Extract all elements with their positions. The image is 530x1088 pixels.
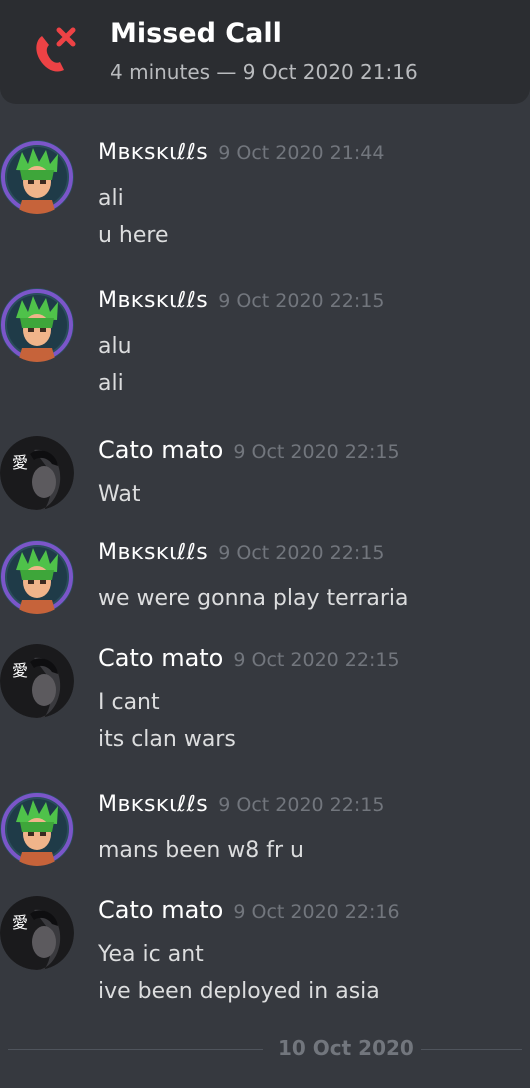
message-line: we were gonna play terraria: [98, 586, 409, 611]
avatar[interactable]: 愛: [0, 644, 74, 718]
call-subtitle: 4 minutes — 9 Oct 2020 21:16: [110, 60, 418, 84]
timestamp: 9 Oct 2020 21:44: [218, 142, 385, 164]
author-name[interactable]: Mʙᴋsᴋιℓℓs: [98, 140, 208, 165]
avatar[interactable]: [0, 288, 74, 362]
timestamp: 9 Oct 2020 22:15: [233, 649, 400, 671]
message-content: Wat: [98, 476, 140, 513]
author-name[interactable]: Cato mato: [98, 644, 223, 672]
author-name[interactable]: Cato mato: [98, 436, 223, 464]
message-header: Cato mato 9 Oct 2020 22:15: [98, 436, 400, 464]
message-header: Mʙᴋsᴋιℓℓs 9 Oct 2020 21:44: [98, 140, 384, 165]
divider-line: [8, 1049, 263, 1050]
message-header: Cato mato 9 Oct 2020 22:16: [98, 896, 400, 924]
author-name[interactable]: Cato mato: [98, 896, 223, 924]
avatar[interactable]: 愛: [0, 436, 74, 510]
message-line: its clan wars: [98, 727, 236, 752]
avatar-glyph: 愛: [12, 661, 28, 680]
message-content: mans been w8 fr u: [98, 832, 304, 869]
message-header: Mʙᴋsᴋιℓℓs 9 Oct 2020 22:15: [98, 792, 384, 817]
message-line: mans been w8 fr u: [98, 838, 304, 863]
message-header: Cato mato 9 Oct 2020 22:15: [98, 644, 400, 672]
message-line: ali: [98, 186, 124, 211]
timestamp: 9 Oct 2020 22:15: [233, 441, 400, 463]
avatar[interactable]: [0, 140, 74, 214]
message-line: Yea ic ant: [98, 942, 204, 967]
timestamp: 9 Oct 2020 22:15: [218, 794, 385, 816]
date-divider: 10 Oct 2020: [8, 1036, 522, 1064]
message-content: I cant its clan wars: [98, 684, 236, 758]
avatar-glyph: 愛: [12, 913, 28, 932]
avatar[interactable]: [0, 792, 74, 866]
message-line: ali: [98, 371, 124, 396]
divider-date: 10 Oct 2020: [278, 1036, 414, 1060]
message-line: I cant: [98, 690, 160, 715]
author-name[interactable]: Mʙᴋsᴋιℓℓs: [98, 540, 208, 565]
author-name[interactable]: Mʙᴋsᴋιℓℓs: [98, 288, 208, 313]
timestamp: 9 Oct 2020 22:15: [218, 542, 385, 564]
message-header: Mʙᴋsᴋιℓℓs 9 Oct 2020 22:15: [98, 288, 384, 313]
timestamp: 9 Oct 2020 22:16: [233, 901, 400, 923]
message-content: we were gonna play terraria: [98, 580, 408, 617]
message-line: u here: [98, 223, 169, 248]
avatar[interactable]: 愛: [0, 896, 74, 970]
avatar-glyph: 愛: [12, 453, 28, 472]
avatar[interactable]: [0, 540, 74, 614]
message-header: Mʙᴋsᴋιℓℓs 9 Oct 2020 22:15: [98, 540, 384, 565]
missed-call-banner[interactable]: Missed Call 4 minutes — 9 Oct 2020 21:16: [0, 0, 530, 104]
message-line: alu: [98, 334, 132, 359]
author-name[interactable]: Mʙᴋsᴋιℓℓs: [98, 792, 208, 817]
message-content: alu ali: [98, 328, 132, 402]
divider-line: [421, 1049, 522, 1050]
message-content: Yea ic ant ive been deployed in asia: [98, 936, 380, 1010]
call-title: Missed Call: [110, 18, 282, 49]
missed-call-icon: [28, 24, 82, 78]
chat-view: Missed Call 4 minutes — 9 Oct 2020 21:16…: [0, 0, 530, 1088]
message-line: Wat: [98, 482, 141, 507]
message-line: ive been deployed in asia: [98, 979, 380, 1004]
timestamp: 9 Oct 2020 22:15: [218, 290, 385, 312]
message-content: ali u here: [98, 180, 169, 254]
